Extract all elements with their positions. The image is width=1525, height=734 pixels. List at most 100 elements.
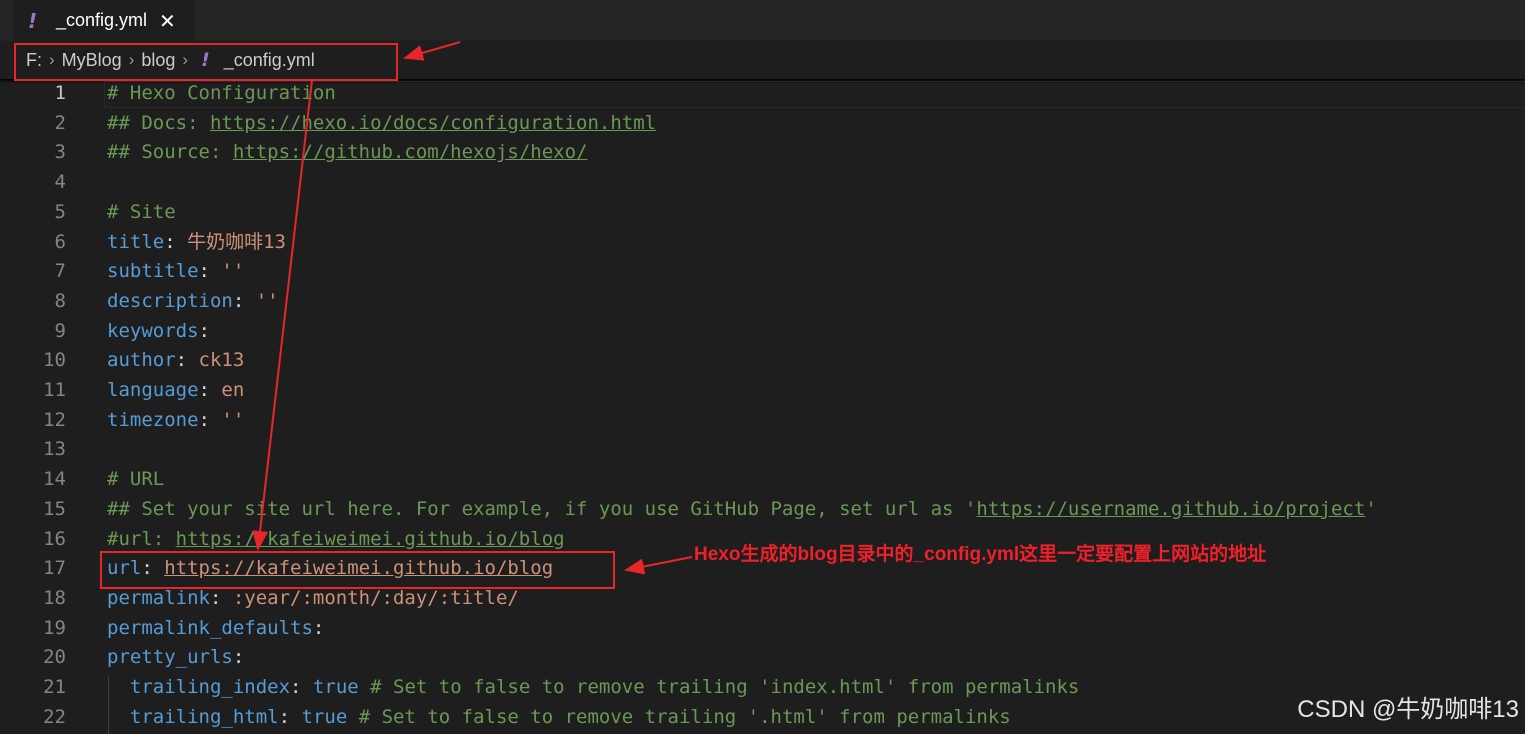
code-token: # Set to false to remove trailing 'index…	[358, 676, 1080, 698]
code-token: keywords	[107, 319, 199, 342]
code-token: https://kafeiweimei.github.io/blog	[175, 527, 565, 550]
code-text: description: ''	[107, 287, 279, 317]
line-number: 18	[43, 586, 66, 609]
code-token: :	[198, 319, 210, 342]
code-text: pretty_urls:	[107, 643, 244, 673]
code-token: ## Docs:	[107, 111, 210, 134]
code-token: trailing_index	[129, 676, 291, 698]
code-text: ## Docs: https://hexo.io/docs/configurat…	[107, 109, 656, 139]
code-token: https://hexo.io/docs/configuration.html	[209, 111, 657, 134]
code-token: ''	[221, 408, 245, 431]
code-text: # URL	[107, 465, 164, 495]
watermark: CSDN @牛奶咖啡13	[1297, 696, 1519, 723]
code-token: ## Source:	[107, 141, 233, 164]
code-token: 牛奶咖啡13	[187, 230, 286, 253]
code-token: :	[175, 349, 199, 372]
code-token: pretty_urls	[107, 646, 233, 669]
code-line[interactable]: 12 timezone: ''	[0, 406, 1525, 436]
code-line[interactable]: 15 ## Set your site url here. For example…	[0, 495, 1525, 525]
code-token: language	[107, 379, 199, 401]
code-token: subtitle	[107, 260, 199, 283]
code-token: :	[198, 260, 222, 283]
line-number: 13	[43, 438, 66, 461]
tab-config-yml[interactable]: ! _config.yml ✕	[14, 0, 194, 41]
line-number: 11	[43, 379, 66, 401]
code-token: ''	[255, 289, 279, 312]
code-line[interactable]: 3 ## Source: https://github.com/hexojs/he…	[0, 138, 1525, 168]
tab-label: _config.yml	[56, 10, 148, 30]
code-text: title: 牛奶咖啡13	[107, 228, 286, 258]
code-line[interactable]: 22 trailing_html: true # Set to false to…	[0, 703, 1525, 733]
code-line[interactable]: 5 # Site	[0, 198, 1525, 228]
code-token: :	[312, 616, 325, 639]
line-number: 10	[43, 349, 66, 372]
code-token: author	[107, 349, 176, 372]
line-number: 3	[54, 141, 66, 164]
line-number: 17	[43, 557, 66, 580]
line-number: 22	[43, 705, 66, 728]
breadcrumb-highlight-box	[14, 43, 398, 81]
code-token: :	[164, 230, 188, 253]
code-token: # Site	[107, 200, 176, 223]
code-line[interactable]: 20 pretty_urls:	[0, 643, 1525, 673]
code-line[interactable]: 19 permalink_defaults:	[0, 614, 1525, 644]
line-number: 9	[54, 319, 66, 342]
code-token: :	[198, 379, 222, 401]
code-token: :	[232, 289, 256, 312]
code-line[interactable]: 4	[0, 168, 1525, 198]
code-line[interactable]: 10 author: ck13	[0, 346, 1525, 376]
code-token: # Set to false to remove trailing '.html…	[347, 705, 1011, 728]
yaml-exclamation-icon: !	[28, 8, 38, 33]
line-number: 21	[43, 676, 66, 698]
code-editor[interactable]: 1 # Hexo Configuration 2 ## Docs: https://h…	[0, 79, 1525, 734]
line-number: 16	[43, 527, 66, 550]
line-number: 14	[43, 468, 66, 491]
close-icon[interactable]: ✕	[159, 9, 176, 33]
code-token: permalink	[107, 586, 210, 609]
code-text: subtitle: ''	[107, 257, 244, 287]
code-token: https://github.com/hexojs/hexo/	[232, 141, 588, 164]
code-line[interactable]: 21 trailing_index: true # Set to false t…	[0, 673, 1525, 703]
code-line[interactable]: 6 title: 牛奶咖啡13	[0, 228, 1525, 258]
code-token: ''	[221, 260, 245, 283]
code-token: :	[278, 705, 302, 728]
code-token: :	[232, 646, 245, 669]
code-text: # Hexo Configuration	[107, 79, 336, 109]
code-token: timezone	[107, 408, 199, 431]
code-line[interactable]: 9 keywords:	[0, 317, 1525, 347]
code-token: description	[107, 289, 233, 312]
code-text: permalink_defaults:	[107, 614, 324, 644]
code-token: # Hexo Configuration	[107, 82, 336, 104]
line-number: 19	[43, 616, 66, 639]
line-number: 20	[43, 646, 66, 669]
code-text: #url: https://kafeiweimei.github.io/blog	[107, 525, 565, 555]
code-text: keywords:	[107, 317, 210, 347]
code-text: trailing_html: true # Set to false to re…	[107, 703, 1011, 733]
code-text: # Site	[107, 198, 176, 228]
code-token: ck13	[198, 349, 245, 372]
code-token: :	[290, 676, 313, 698]
code-token: '	[1365, 497, 1377, 520]
code-line[interactable]: 11 language: en	[0, 376, 1525, 406]
code-line[interactable]: 13	[0, 435, 1525, 465]
code-text: author: ck13	[107, 346, 244, 376]
code-text: timezone: ''	[107, 406, 244, 436]
code-token: :	[209, 586, 233, 609]
code-line[interactable]: 8 description: ''	[0, 287, 1525, 317]
code-token: true	[301, 705, 348, 728]
code-token: :	[198, 408, 222, 431]
code-line[interactable]: 1 # Hexo Configuration	[0, 79, 1525, 109]
tab-bar: ! _config.yml ✕	[0, 0, 1525, 41]
code-token: https://username.github.io/project	[976, 497, 1366, 520]
code-token: # URL	[107, 468, 165, 491]
code-token: ## Set your site url here. For example, …	[107, 497, 977, 520]
code-token: :year/:month/:day/:title/	[232, 586, 519, 609]
line-number: 7	[54, 260, 66, 283]
code-line[interactable]: 2 ## Docs: https://hexo.io/docs/configura…	[0, 109, 1525, 139]
code-line[interactable]: 14 # URL	[0, 465, 1525, 495]
code-token: trailing_html	[129, 705, 279, 728]
code-line[interactable]: 7 subtitle: ''	[0, 257, 1525, 287]
line-number: 8	[54, 289, 66, 312]
